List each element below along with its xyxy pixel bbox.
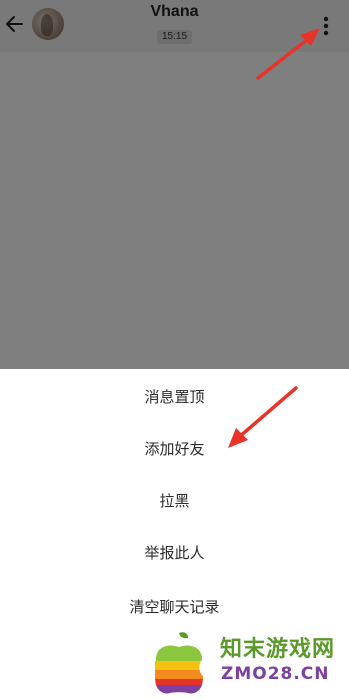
menu-item-block[interactable]: 拉黑: [0, 475, 349, 527]
menu-item-report-user[interactable]: 举报此人: [0, 527, 349, 579]
watermark-name: 知末游戏网: [220, 637, 336, 662]
watermark-url: ZMO28.CN: [221, 664, 330, 684]
menu-item-clear-history[interactable]: 清空聊天记录: [0, 581, 349, 633]
menu-item-add-friend[interactable]: 添加好友: [0, 423, 349, 475]
menu-item-pin-chat[interactable]: 消息置顶: [0, 371, 349, 423]
watermark-logo-icon: [155, 632, 210, 694]
dim-overlay[interactable]: [0, 0, 349, 369]
